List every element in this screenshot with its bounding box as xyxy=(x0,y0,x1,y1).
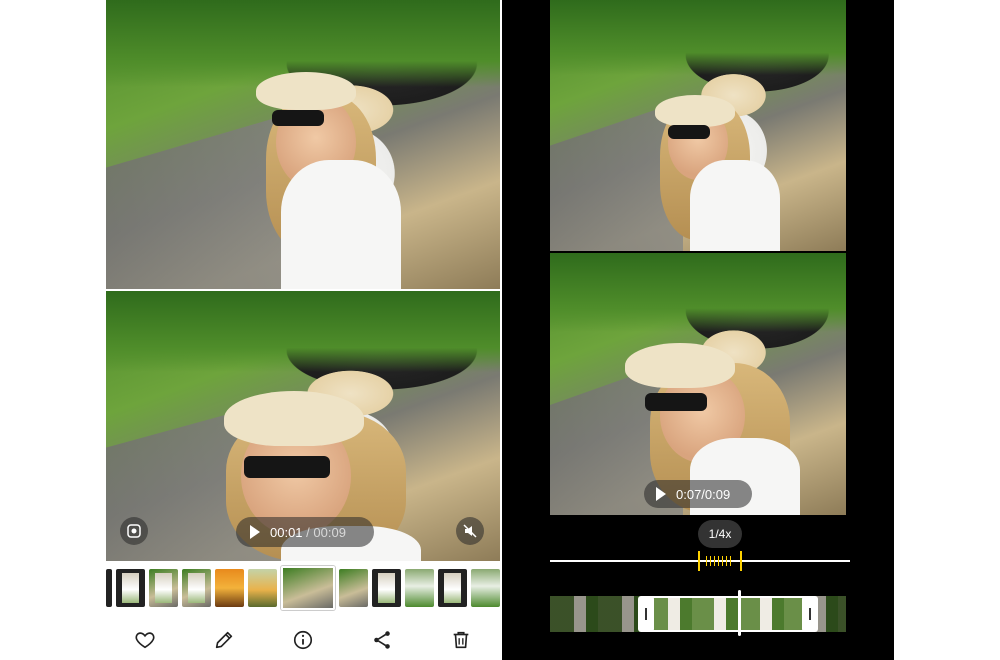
capture-icon xyxy=(127,524,141,538)
playback-control[interactable]: 0:07/0:09 xyxy=(644,480,752,508)
thumbnail[interactable] xyxy=(106,569,112,607)
playback-control[interactable]: 00:01 / 00:09 xyxy=(236,517,374,547)
mute-button[interactable] xyxy=(456,517,484,545)
trees xyxy=(550,253,846,332)
trim-range[interactable] xyxy=(638,596,818,632)
pencil-icon xyxy=(216,631,233,649)
visor-hat xyxy=(655,95,735,127)
trees xyxy=(550,0,846,76)
sunglasses xyxy=(645,393,707,411)
right-phone-screen: 0:07/0:09 1/4x xyxy=(502,0,894,660)
video-frame-top xyxy=(106,0,500,289)
screen-capture-button[interactable] xyxy=(120,517,148,545)
bottom-toolbar xyxy=(106,620,500,660)
thumbnail[interactable] xyxy=(471,569,500,607)
thumbnail[interactable] xyxy=(405,569,434,607)
speed-badge: 1/4x xyxy=(698,520,742,548)
mute-icon xyxy=(463,524,477,538)
share-button[interactable] xyxy=(366,624,398,656)
video-frame-bottom xyxy=(550,253,846,515)
heart-icon xyxy=(135,632,155,649)
play-icon[interactable] xyxy=(250,525,260,539)
delete-button[interactable] xyxy=(445,624,477,656)
visor-hat xyxy=(625,343,735,388)
white-shirt xyxy=(281,160,401,289)
total-time: 00:09 xyxy=(313,524,346,540)
current-time: 00:01 xyxy=(270,524,303,540)
sunglasses xyxy=(272,110,324,126)
thumbnail[interactable] xyxy=(116,569,145,607)
thumbnail[interactable] xyxy=(438,569,467,607)
edit-button[interactable] xyxy=(208,624,240,656)
thumbnail[interactable] xyxy=(149,569,178,607)
left-phone-screen: 00:01 / 00:09 xyxy=(106,0,500,660)
favorite-button[interactable] xyxy=(129,624,161,656)
trim-handle-right[interactable] xyxy=(802,596,818,632)
sunglasses xyxy=(668,125,710,139)
thumbnail-selected[interactable] xyxy=(281,566,335,610)
visor-hat xyxy=(224,391,364,446)
road xyxy=(106,115,284,289)
thumbnail[interactable] xyxy=(339,569,368,607)
thumbnail[interactable] xyxy=(215,569,244,607)
share-icon xyxy=(373,631,390,649)
trash-icon xyxy=(453,631,468,649)
sunglasses xyxy=(244,456,330,478)
time-readout: 0:07/0:09 xyxy=(676,486,731,502)
info-icon xyxy=(293,630,313,650)
visor-hat xyxy=(256,72,356,110)
play-icon[interactable] xyxy=(656,487,666,501)
white-shirt xyxy=(690,160,780,251)
playhead[interactable] xyxy=(738,590,741,636)
thumbnail[interactable] xyxy=(182,569,211,607)
video-frame-top xyxy=(550,0,846,251)
thumbnail-strip[interactable] xyxy=(106,562,500,614)
time-separator: / xyxy=(306,524,310,540)
trim-handle-left[interactable] xyxy=(638,596,654,632)
thumbnail[interactable] xyxy=(248,569,277,607)
trees xyxy=(106,291,500,372)
info-button[interactable] xyxy=(287,624,319,656)
slow-motion-ticks xyxy=(706,556,734,566)
slow-motion-segment[interactable] xyxy=(698,551,742,571)
thumbnail[interactable] xyxy=(372,569,401,607)
